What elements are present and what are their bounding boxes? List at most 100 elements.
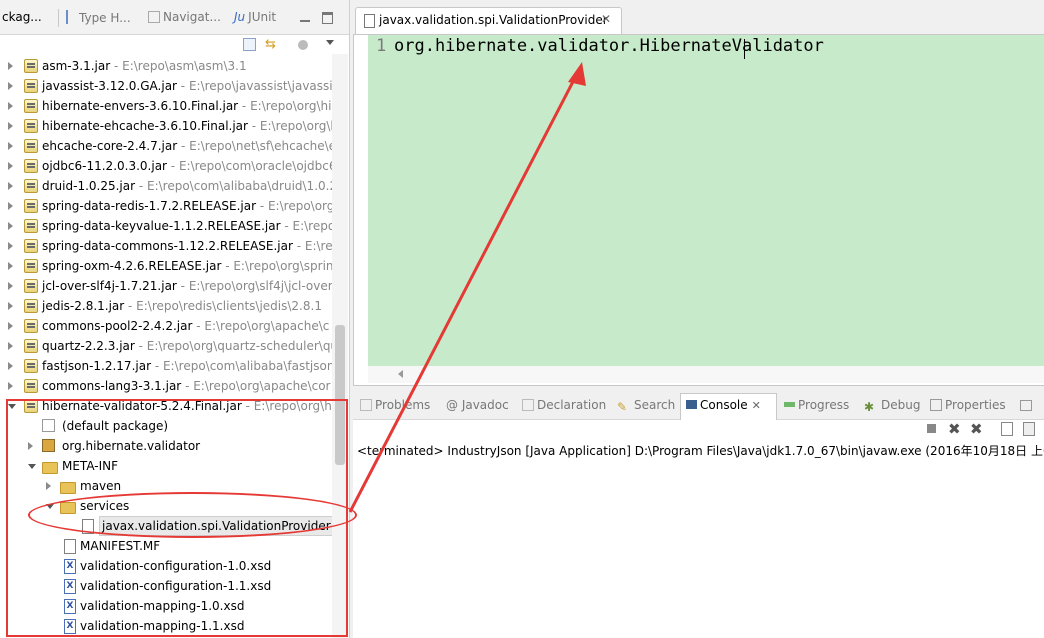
jar-icon xyxy=(24,79,38,93)
search-icon: ✎ xyxy=(617,400,628,414)
navigator-icon xyxy=(148,11,160,23)
console-status-line: <terminated> IndustryJson [Java Applicat… xyxy=(357,444,1044,458)
minimize-icon[interactable] xyxy=(300,20,310,22)
tree-item-path: - E:\repo\com\oracle\ojdbc6 xyxy=(166,159,332,173)
tree-item-path: - E:\repo\org\apache\cor xyxy=(181,379,331,393)
collapsed-arrow-icon[interactable] xyxy=(8,262,13,270)
tab-console[interactable]: Console ✕ xyxy=(686,398,761,412)
tab-package-explorer[interactable]: ckag... xyxy=(2,10,42,28)
collapsed-arrow-icon[interactable] xyxy=(8,322,13,330)
tree-item-name: fastjson-1.2.17.jar xyxy=(42,359,152,373)
tree-item[interactable]: jcl-over-slf4j-1.7.21.jar - E:\repo\org\… xyxy=(0,276,332,296)
tab-javadoc[interactable]: @ Javadoc xyxy=(446,398,509,412)
tree-item[interactable]: commons-pool2-2.4.2.jar - E:\repo\org\ap… xyxy=(0,316,332,336)
code-line[interactable]: org.hibernate.validator.HibernateValidat… xyxy=(394,36,824,56)
jar-icon xyxy=(24,339,38,353)
collapsed-arrow-icon[interactable] xyxy=(8,82,13,90)
collapsed-arrow-icon[interactable] xyxy=(8,102,13,110)
tab-type-hierarchy[interactable]: Type H... xyxy=(66,10,131,28)
collapsed-arrow-icon[interactable] xyxy=(8,122,13,130)
jar-icon xyxy=(24,199,38,213)
collapsed-arrow-icon[interactable] xyxy=(8,242,13,250)
tab-navigator[interactable]: Navigat... xyxy=(148,10,221,28)
collapsed-arrow-icon[interactable] xyxy=(8,342,13,350)
tree-item[interactable]: javassist-3.12.0.GA.jar - E:\repo\javass… xyxy=(0,76,332,96)
tree-item-path: - E:\repo\redis\clients\jedis\2.8.1 xyxy=(124,299,322,313)
link-with-editor-icon[interactable]: ⇆ xyxy=(265,38,279,52)
jar-icon xyxy=(24,159,38,173)
jar-icon xyxy=(24,239,38,253)
tree-item-path: - E:\repo\ xyxy=(284,219,332,233)
tree-item[interactable]: spring-oxm-4.2.6.RELEASE.jar - E:\repo\o… xyxy=(0,256,332,276)
tab-overflow[interactable] xyxy=(1020,398,1035,412)
tree-item-path: - E:\repo\com\alibaba\druid\1.0.2 xyxy=(135,179,332,193)
tree-item[interactable]: spring-data-redis-1.7.2.RELEASE.jar - E:… xyxy=(0,196,332,216)
tree-item-name: hibernate-envers-3.6.10.Final.jar xyxy=(42,99,239,113)
collapsed-arrow-icon[interactable] xyxy=(8,382,13,390)
editor-horizontal-scrollbar[interactable] xyxy=(368,366,1044,383)
tree-item[interactable]: asm-3.1.jar - E:\repo\asm\asm\3.1 xyxy=(0,56,332,76)
scroll-left-icon[interactable] xyxy=(398,370,403,378)
tree-item-label: spring-data-redis-1.7.2.RELEASE.jar - E:… xyxy=(42,196,332,216)
tab-properties[interactable]: Properties xyxy=(930,398,1006,412)
tree-item-name: ojdbc6-11.2.0.3.0.jar xyxy=(42,159,167,173)
tab-progress[interactable]: Progress xyxy=(784,398,849,412)
jar-icon xyxy=(24,99,38,113)
remove-all-icon[interactable]: ✖ xyxy=(970,420,983,438)
collapsed-arrow-icon[interactable] xyxy=(8,282,13,290)
tab-junit[interactable]: Ju JUnit xyxy=(234,10,276,28)
jar-icon xyxy=(24,279,38,293)
view-menu-icon[interactable] xyxy=(326,40,334,45)
terminate-icon[interactable] xyxy=(927,424,936,433)
collapsed-arrow-icon[interactable] xyxy=(8,182,13,190)
tree-item[interactable]: ojdbc6-11.2.0.3.0.jar - E:\repo\com\orac… xyxy=(0,156,332,176)
overflow-icon xyxy=(1020,400,1032,411)
close-icon[interactable]: ✕ xyxy=(601,12,611,26)
jar-icon xyxy=(24,319,38,333)
code-area[interactable] xyxy=(368,35,1044,366)
tree-item-path: - E:\repo\org\sprin xyxy=(221,259,332,273)
tree-item-label: quartz-2.2.3.jar - E:\repo\org\quartz-sc… xyxy=(42,336,332,356)
tree-item[interactable]: hibernate-ehcache-3.6.10.Final.jar - E:\… xyxy=(0,116,332,136)
jar-icon xyxy=(24,179,38,193)
collapse-all-icon[interactable] xyxy=(243,38,256,51)
tree-item-path: - E:\rep xyxy=(296,239,332,253)
tab-search[interactable]: ✎ Search xyxy=(617,398,675,414)
tree-item-path: - E:\repo\org\apache\c xyxy=(192,319,330,333)
focus-icon[interactable] xyxy=(298,40,308,50)
tree-item[interactable]: ehcache-core-2.4.7.jar - E:\repo\net\sf\… xyxy=(0,136,332,156)
tree-item[interactable]: spring-data-keyvalue-1.1.2.RELEASE.jar -… xyxy=(0,216,332,236)
tree-item-name: spring-oxm-4.2.6.RELEASE.jar xyxy=(42,259,222,273)
scroll-lock-icon[interactable] xyxy=(1023,422,1035,436)
tree-item[interactable]: hibernate-envers-3.6.10.Final.jar - E:\r… xyxy=(0,96,332,116)
console-icon xyxy=(686,400,697,409)
junit-icon: Ju xyxy=(234,10,246,24)
maximize-icon[interactable] xyxy=(322,12,333,24)
tree-item[interactable]: quartz-2.2.3.jar - E:\repo\org\quartz-sc… xyxy=(0,336,332,356)
tree-item[interactable]: fastjson-1.2.17.jar - E:\repo\com\alibab… xyxy=(0,356,332,376)
editor-tab[interactable]: javax.validation.spi.ValidationProvider … xyxy=(355,7,622,34)
collapsed-arrow-icon[interactable] xyxy=(8,62,13,70)
tree-item-label: commons-pool2-2.4.2.jar - E:\repo\org\ap… xyxy=(42,316,329,336)
tab-declaration[interactable]: Declaration xyxy=(522,398,606,412)
tab-problems[interactable]: Problems xyxy=(360,398,430,412)
collapsed-arrow-icon[interactable] xyxy=(8,222,13,230)
tree-item-name: spring-data-keyvalue-1.1.2.RELEASE.jar xyxy=(42,219,281,233)
collapsed-arrow-icon[interactable] xyxy=(8,302,13,310)
tree-item[interactable]: druid-1.0.25.jar - E:\repo\com\alibaba\d… xyxy=(0,176,332,196)
collapsed-arrow-icon[interactable] xyxy=(8,162,13,170)
tree-item[interactable]: spring-data-commons-1.12.2.RELEASE.jar -… xyxy=(0,236,332,256)
collapsed-arrow-icon[interactable] xyxy=(8,142,13,150)
tab-debug[interactable]: ✱ Debug xyxy=(864,398,920,414)
tree-item[interactable]: commons-lang3-3.1.jar - E:\repo\org\apac… xyxy=(0,376,332,396)
tree-item-label: spring-data-commons-1.12.2.RELEASE.jar -… xyxy=(42,236,332,256)
remove-launch-icon[interactable]: ✖ xyxy=(948,420,961,438)
tree-item-name: commons-lang3-3.1.jar xyxy=(42,379,182,393)
close-icon[interactable]: ✕ xyxy=(752,399,761,412)
console-output[interactable] xyxy=(353,440,1044,638)
clear-console-icon[interactable] xyxy=(1001,422,1013,436)
tree-item-label: asm-3.1.jar - E:\repo\asm\asm\3.1 xyxy=(42,56,247,76)
collapsed-arrow-icon[interactable] xyxy=(8,202,13,210)
tree-item[interactable]: jedis-2.8.1.jar - E:\repo\redis\clients\… xyxy=(0,296,332,316)
collapsed-arrow-icon[interactable] xyxy=(8,362,13,370)
